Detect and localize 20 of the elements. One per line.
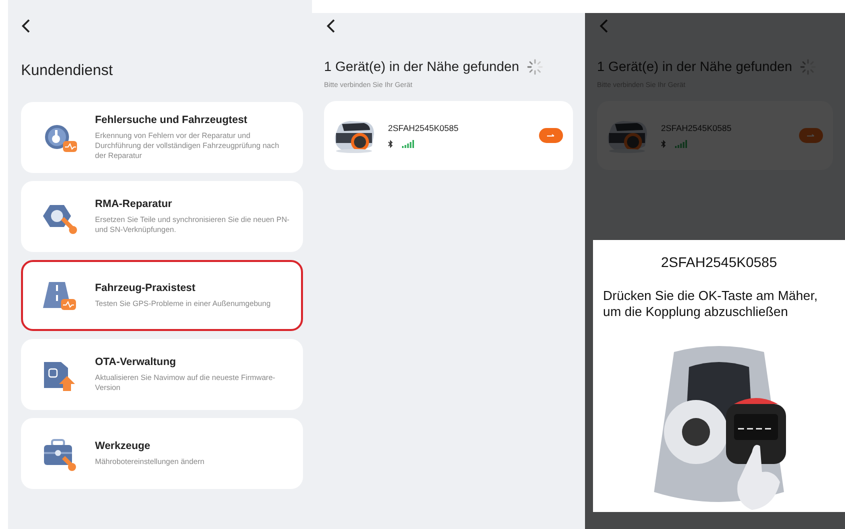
page-title: 1 Gerät(e) in der Nähe gefunden xyxy=(324,58,520,75)
bluetooth-icon xyxy=(388,140,393,148)
card-title: RMA-Reparatur xyxy=(95,198,174,210)
loading-spinner-icon xyxy=(527,58,544,74)
signal-strength-icon xyxy=(402,140,414,148)
card-title: Werkzeuge xyxy=(95,440,152,452)
back-icon[interactable] xyxy=(21,19,31,33)
device-name: 2SFAH2545K0585 xyxy=(661,123,732,133)
dialog-message: Drücken Sie die OK-Taste am Mäher, um die Kopplung abzuschließen xyxy=(602,288,819,320)
page-title: 1 Gerät(e) in der Nähe gefunden xyxy=(597,58,792,75)
card-title: Fehlersuche und Fahrzeugtest xyxy=(95,114,248,126)
device-name: 2SFAH2545K0585 xyxy=(388,123,460,133)
dialog-title: 2SFAH2545K0585 xyxy=(661,254,777,270)
back-icon[interactable] xyxy=(326,19,336,33)
device-card[interactable]: 2SFAH2545K0585 xyxy=(324,101,573,170)
page-title: Kundendienst xyxy=(21,62,114,80)
connect-button[interactable] xyxy=(539,128,563,143)
card-title: Fahrzeug-Praxistest xyxy=(95,282,196,294)
card-title: OTA-Verwaltung xyxy=(95,356,177,368)
arrow-right-icon xyxy=(547,134,555,138)
